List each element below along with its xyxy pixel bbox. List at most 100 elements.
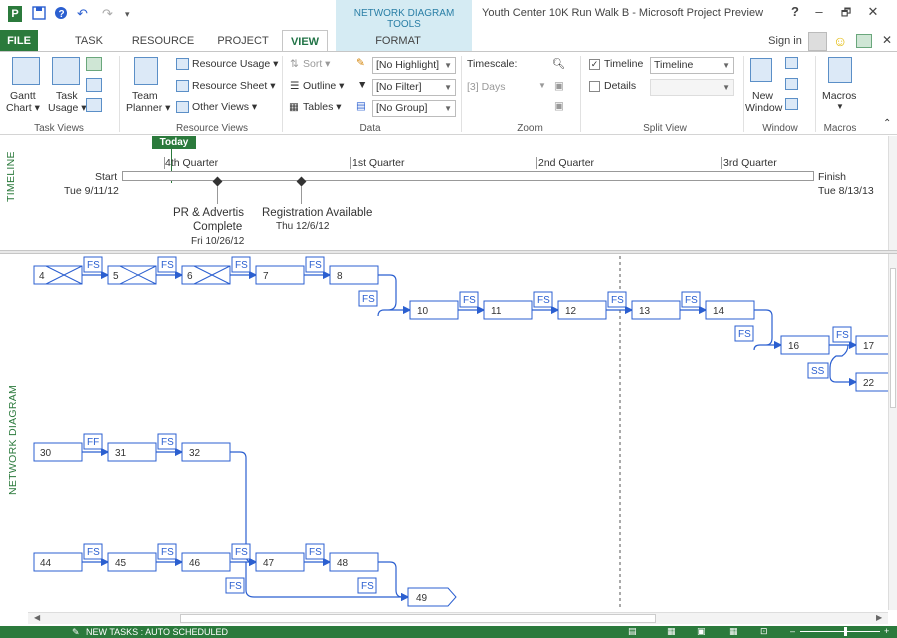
- tab-view[interactable]: VIEW: [282, 30, 328, 52]
- new-window-label-2[interactable]: Window: [745, 102, 782, 114]
- tab-task[interactable]: TASK: [66, 30, 112, 52]
- ribbon-display-options-icon[interactable]: [856, 34, 872, 48]
- task-node-31: 31: [107, 442, 157, 462]
- other-task-views-icon[interactable]: [86, 98, 102, 112]
- link-label-ff: FF: [83, 433, 103, 450]
- scroll-right-icon[interactable]: ▶: [876, 613, 882, 622]
- diagram-horizontal-scrollbar[interactable]: ◀ ▶: [28, 612, 888, 624]
- group-dropdown[interactable]: [No Group] ▼: [372, 100, 456, 117]
- entire-project-icon[interactable]: ▣: [554, 80, 564, 92]
- team-label[interactable]: Team: [132, 90, 158, 102]
- new-window-label[interactable]: New: [752, 90, 773, 102]
- team-planner-shortcut-icon[interactable]: ▣: [697, 626, 706, 637]
- arrange-all-icon[interactable]: [785, 57, 798, 69]
- resource-sheet-shortcut-icon[interactable]: ▦: [729, 626, 738, 637]
- sign-in-link[interactable]: Sign in: [765, 30, 805, 52]
- scroll-left-icon[interactable]: ◀: [34, 613, 40, 622]
- link-label-fs: FS: [231, 543, 251, 560]
- details-view-dropdown[interactable]: ▼: [650, 79, 734, 96]
- zoom-in-icon[interactable]: +: [884, 626, 889, 636]
- link-label-fs: FS: [231, 256, 251, 273]
- resource-sheet-icon[interactable]: [176, 80, 189, 92]
- timeline-start-date: Tue 9/11/12: [64, 185, 119, 197]
- team-planner-label[interactable]: Planner ▾: [126, 102, 170, 114]
- gantt-chart-icon[interactable]: [12, 57, 40, 85]
- chevron-down-icon: ▼: [444, 83, 452, 92]
- customize-qat-icon[interactable]: ▾: [125, 6, 130, 22]
- timescale-value[interactable]: [3] Days: [467, 81, 506, 93]
- smiley-feedback-icon[interactable]: ☺: [833, 33, 847, 49]
- switch-windows-icon[interactable]: [785, 98, 798, 110]
- resource-usage-button[interactable]: Resource Usage ▾: [192, 58, 278, 70]
- zoom-icon[interactable]: 🔍︎: [552, 57, 565, 70]
- undo-icon[interactable]: ↶: [77, 6, 88, 22]
- other-views-button[interactable]: Other Views ▾: [192, 101, 257, 113]
- zoom-slider-thumb[interactable]: [844, 627, 847, 636]
- report-shortcut-icon[interactable]: ⊡: [760, 626, 768, 637]
- resource-sheet-button[interactable]: Resource Sheet ▾: [192, 80, 275, 92]
- vertical-scroll-thumb[interactable]: [890, 268, 896, 408]
- outline-button[interactable]: Outline ▾: [303, 80, 344, 92]
- timeline-vertical-scrollbar[interactable]: [888, 136, 897, 250]
- link-label-fs: FS: [607, 291, 627, 308]
- redo-icon[interactable]: ↷: [102, 6, 113, 22]
- minimize-button[interactable]: –: [809, 4, 829, 19]
- tab-resource[interactable]: RESOURCE: [130, 30, 196, 52]
- restore-button[interactable]: 🗗: [836, 4, 856, 23]
- sort-button[interactable]: Sort ▾: [303, 58, 330, 70]
- svg-text:FS: FS: [362, 294, 375, 305]
- new-tasks-mode[interactable]: NEW TASKS : AUTO SCHEDULED: [86, 627, 228, 637]
- macros-button[interactable]: Macros: [822, 90, 856, 102]
- task-usage-icon[interactable]: [52, 57, 80, 85]
- macros-icon[interactable]: [828, 57, 852, 83]
- close-button[interactable]: ✕: [863, 4, 883, 20]
- task-usage-dropdown-label[interactable]: Usage ▾: [48, 102, 87, 114]
- help-circle-icon[interactable]: ?: [54, 6, 68, 22]
- gantt-dropdown-label[interactable]: Chart ▾: [6, 102, 40, 114]
- filter-dropdown[interactable]: [No Filter] ▼: [372, 79, 456, 96]
- timeline-checkbox[interactable]: ✓: [589, 59, 600, 70]
- help-button[interactable]: ?: [785, 4, 805, 19]
- zoom-slider-track[interactable]: [800, 631, 880, 632]
- tab-format[interactable]: FORMAT: [366, 30, 430, 52]
- resource-usage-icon[interactable]: [176, 58, 189, 70]
- diagram-vertical-scrollbar[interactable]: [888, 254, 897, 610]
- highlight-dropdown[interactable]: [No Highlight] ▼: [372, 57, 456, 74]
- avatar[interactable]: [808, 32, 827, 51]
- svg-text:FS: FS: [309, 260, 322, 271]
- link-label-fs: FS: [357, 577, 377, 594]
- project-app-icon[interactable]: P: [8, 6, 22, 22]
- milestone-name[interactable]: PR & Advertis: [173, 207, 244, 219]
- tab-file[interactable]: FILE: [0, 30, 38, 52]
- close-document-icon[interactable]: ✕: [882, 33, 892, 47]
- selected-tasks-icon[interactable]: ▣: [554, 100, 564, 112]
- calendar-view-icon[interactable]: [86, 78, 102, 92]
- details-checkbox[interactable]: [589, 81, 600, 92]
- task-usage-shortcut-icon[interactable]: ▦: [667, 626, 676, 637]
- task-node-32: 32: [181, 442, 231, 462]
- milestone-name[interactable]: Registration Available: [262, 207, 372, 219]
- gantt-label[interactable]: Gantt: [10, 90, 36, 102]
- hide-window-icon[interactable]: [785, 78, 798, 90]
- new-window-icon[interactable]: [750, 58, 772, 82]
- horizontal-scroll-thumb[interactable]: [180, 614, 656, 623]
- gantt-view-shortcut-icon[interactable]: ▤: [628, 626, 637, 637]
- timeline-pane[interactable]: [0, 136, 888, 250]
- collapse-ribbon-icon[interactable]: ⌃: [883, 118, 891, 129]
- tables-button[interactable]: Tables ▾: [303, 101, 342, 113]
- chevron-down-icon: ▼: [538, 81, 546, 90]
- svg-text:5: 5: [113, 271, 119, 282]
- task-node-45: 45: [107, 552, 157, 572]
- team-planner-icon[interactable]: [134, 57, 158, 85]
- network-diagram-pane[interactable]: FS FS FS FS FS FS FS FS FS FS FS SS FF F…: [0, 254, 888, 610]
- milestone-name-line2[interactable]: Complete: [193, 221, 242, 233]
- timeline-view-dropdown[interactable]: Timeline ▼: [650, 57, 734, 74]
- other-views-icon[interactable]: [176, 101, 189, 113]
- timeline-bar[interactable]: [122, 171, 814, 181]
- save-icon[interactable]: [32, 6, 46, 22]
- task-usage-label[interactable]: Task: [56, 90, 78, 102]
- tab-project[interactable]: PROJECT: [212, 30, 274, 52]
- network-diagram-view-icon[interactable]: [86, 57, 102, 71]
- zoom-out-icon[interactable]: –: [790, 626, 795, 636]
- separator: [743, 56, 744, 132]
